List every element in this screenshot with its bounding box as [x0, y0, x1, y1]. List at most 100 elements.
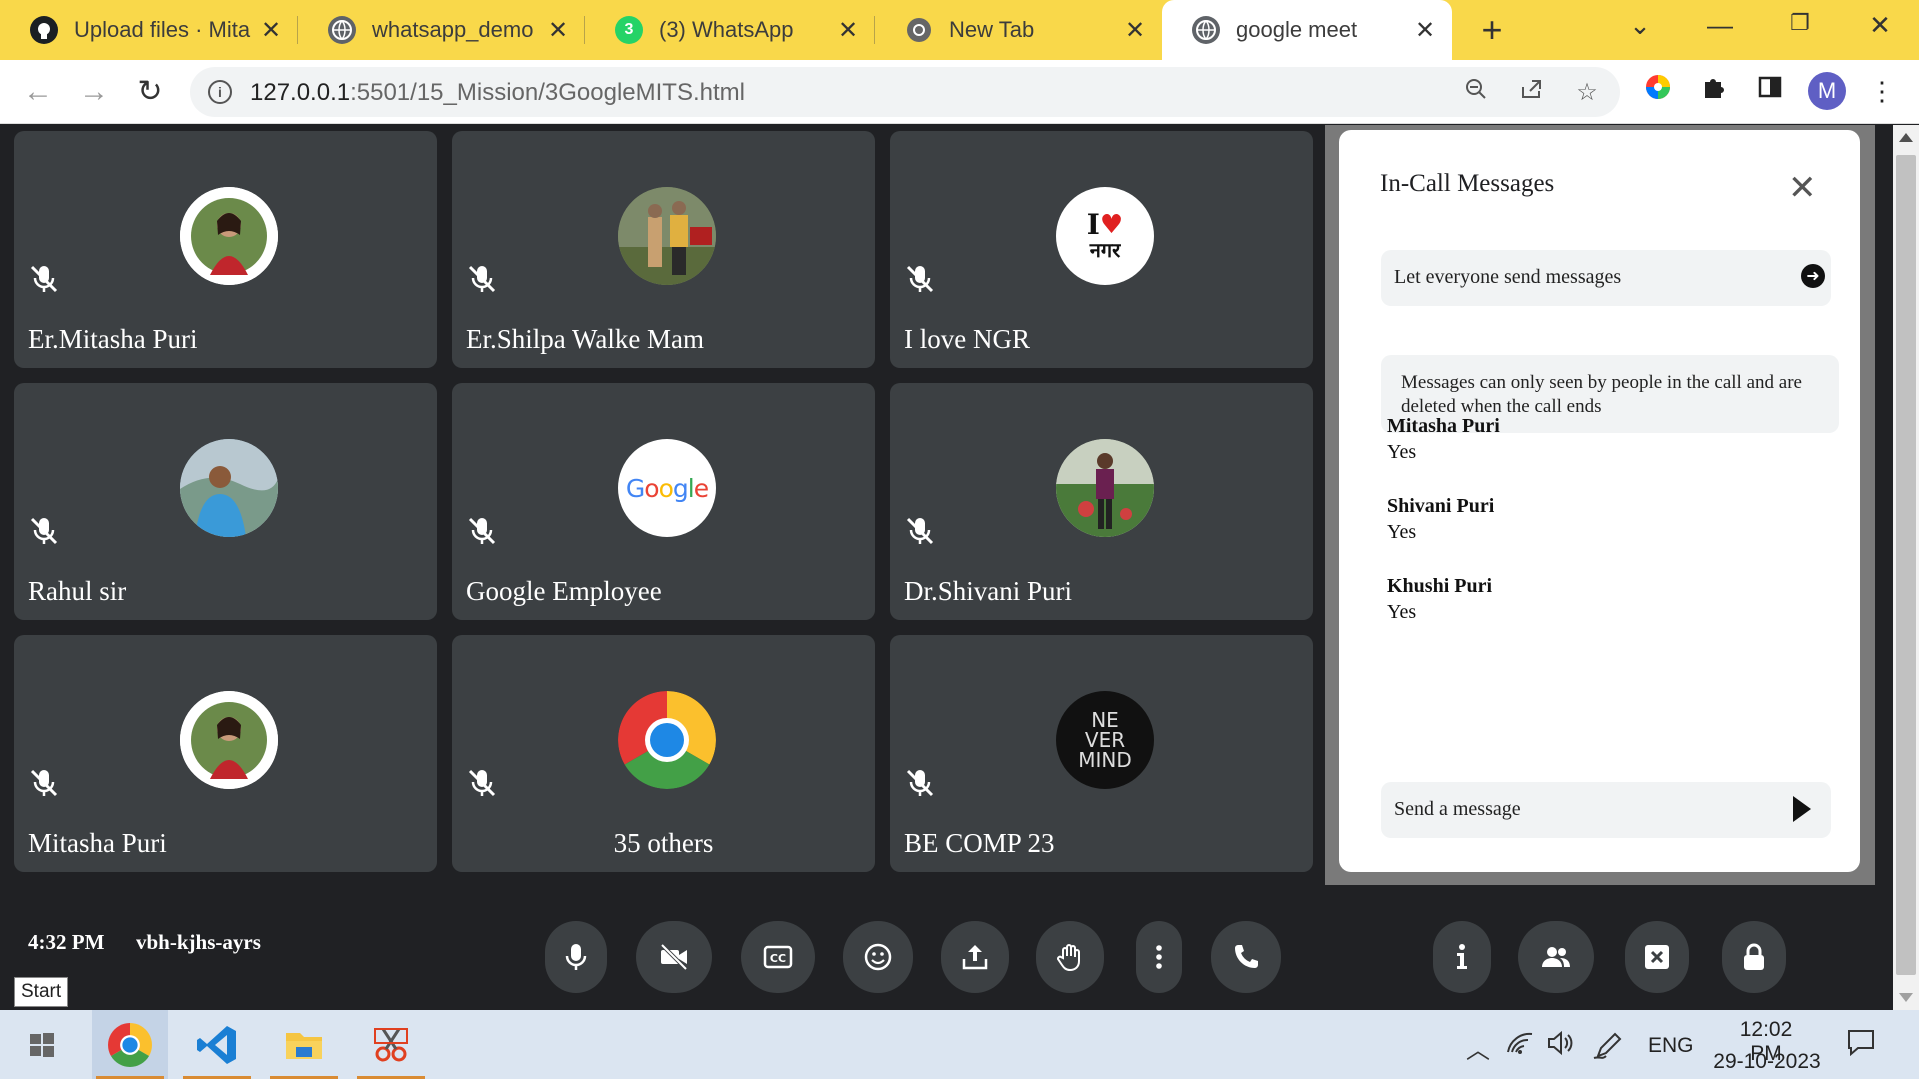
meeting-details-button[interactable]: [1433, 921, 1491, 993]
color-wheel-extension-icon[interactable]: [1640, 73, 1676, 109]
window-close-icon[interactable]: ✕: [1860, 10, 1900, 41]
more-menu-icon[interactable]: ⋮: [1864, 73, 1900, 109]
close-icon[interactable]: ✕: [1788, 168, 1817, 208]
message-sender: Shivani Puri: [1387, 495, 1495, 517]
close-icon[interactable]: ✕: [1410, 16, 1440, 45]
tab-whatsapp-demo[interactable]: whatsapp_demo ✕: [298, 0, 585, 60]
profile-avatar[interactable]: M: [1808, 72, 1846, 110]
close-icon[interactable]: ✕: [833, 16, 863, 45]
site-info-icon[interactable]: i: [208, 80, 232, 104]
globe-icon: [328, 16, 356, 44]
url-host: 127.0.0.1: [250, 79, 351, 106]
mic-off-icon: [906, 769, 934, 797]
address-bar[interactable]: i 127.0.0.1:5501/15_Mission/3GoogleMITS.…: [190, 67, 1620, 117]
nagar-text: नगर: [1089, 238, 1121, 262]
taskbar-file-explorer[interactable]: [266, 1010, 342, 1079]
side-panel-icon[interactable]: [1752, 73, 1788, 109]
notification-icon[interactable]: [1846, 1028, 1876, 1063]
closed-captions-icon: CC: [763, 945, 793, 969]
avatar: I ♥ नगर: [1056, 187, 1154, 285]
participant-tile[interactable]: Er.Shilpa Walke Mam: [452, 131, 875, 368]
reactions-button[interactable]: [843, 921, 913, 993]
vscode-icon: [197, 1025, 236, 1064]
people-button[interactable]: [1518, 921, 1594, 993]
taskbar-snipping-tool[interactable]: [353, 1010, 429, 1079]
back-arrow-icon[interactable]: ←: [18, 72, 58, 112]
let-everyone-send-toggle[interactable]: Let everyone send messages ➜: [1381, 250, 1831, 306]
github-icon: [30, 16, 58, 44]
participant-tile[interactable]: Mitasha Puri: [14, 635, 437, 872]
participant-tile[interactable]: Dr.Shivani Puri: [890, 383, 1313, 620]
meeting-code: vbh-kjhs-ayrs: [136, 930, 261, 954]
mic-button[interactable]: [545, 921, 607, 993]
mic-icon: [565, 944, 587, 970]
scroll-down-arrow-icon[interactable]: [1899, 993, 1913, 1002]
meet-page: Er.Mitasha Puri Er.Shilpa Walke Mam I ♥ न…: [0, 125, 1893, 1010]
close-icon[interactable]: ✕: [256, 16, 286, 45]
forward-arrow-icon[interactable]: →: [74, 72, 114, 112]
chat-message: Shivani Puri Yes: [1387, 493, 1494, 545]
tab-upload-files[interactable]: Upload files · Mita ✕: [0, 0, 298, 60]
participant-tile[interactable]: 35 others: [452, 635, 875, 872]
new-tab-button[interactable]: +: [1470, 8, 1514, 52]
message-sender: Mitasha Puri: [1387, 415, 1500, 437]
participant-name: Dr.Shivani Puri: [904, 576, 1073, 606]
share-icon[interactable]: [1516, 77, 1548, 109]
pen-icon[interactable]: [1592, 1030, 1626, 1067]
chat-close-button[interactable]: [1625, 921, 1689, 993]
scrollbar-thumb[interactable]: [1896, 155, 1916, 975]
extensions-puzzle-icon[interactable]: [1696, 73, 1732, 109]
reload-icon[interactable]: ↻: [130, 72, 170, 112]
windows-taskbar: ︿ ENG 12:02 PM 29-10-2023: [0, 1010, 1919, 1079]
language-indicator[interactable]: ENG: [1648, 1034, 1694, 1058]
chevron-up-icon[interactable]: ︿: [1466, 1030, 1490, 1065]
browser-toolbar: ← → ↻ i 127.0.0.1:5501/15_Mission/3Googl…: [0, 60, 1919, 124]
avatar: Google: [618, 439, 716, 537]
network-icon[interactable]: [1506, 1030, 1534, 1063]
participant-tile[interactable]: Rahul sir: [14, 383, 437, 620]
tab-strip: Upload files · Mita ✕ whatsapp_demo ✕ 3 …: [0, 0, 1919, 60]
leave-call-button[interactable]: [1211, 921, 1281, 993]
zoom-icon[interactable]: [1460, 77, 1492, 109]
url-text[interactable]: 127.0.0.1:5501/15_Mission/3GoogleMITS.ht…: [250, 79, 745, 107]
participant-tile[interactable]: I ♥ नगर I love NGR: [890, 131, 1313, 368]
present-screen-button[interactable]: [941, 921, 1009, 993]
raise-hand-button[interactable]: [1036, 921, 1104, 993]
logo-line: MIND: [1078, 748, 1132, 772]
mic-off-icon: [30, 769, 58, 797]
avatar: [180, 691, 278, 789]
send-icon[interactable]: [1793, 796, 1811, 822]
tab-whatsapp[interactable]: 3 (3) WhatsApp ✕: [585, 0, 875, 60]
tab-new-tab[interactable]: New Tab ✕: [875, 0, 1162, 60]
upload-icon: [962, 945, 988, 970]
system-clock-date[interactable]: 29-10-2023: [1712, 1050, 1822, 1074]
start-button[interactable]: [4, 1010, 80, 1079]
close-icon[interactable]: ✕: [1120, 16, 1150, 45]
tab-google-meet[interactable]: google meet ✕: [1162, 0, 1452, 60]
participant-name: I love NGR: [904, 324, 1030, 354]
close-icon[interactable]: ✕: [543, 16, 573, 45]
restore-icon[interactable]: ❐: [1780, 10, 1820, 36]
arrow-right-circle-icon[interactable]: ➜: [1801, 264, 1825, 288]
volume-icon[interactable]: [1546, 1030, 1576, 1063]
participant-tile[interactable]: Google Google Employee: [452, 383, 875, 620]
minimize-icon[interactable]: —: [1700, 10, 1740, 41]
taskbar-vscode[interactable]: [179, 1010, 255, 1079]
participant-tile[interactable]: Er.Mitasha Puri: [14, 131, 437, 368]
tab-search-chevron-icon[interactable]: ⌄: [1620, 10, 1660, 41]
more-options-button[interactable]: [1136, 921, 1182, 993]
captions-button[interactable]: CC: [741, 921, 815, 993]
avatar: [1056, 439, 1154, 537]
taskbar-chrome[interactable]: [92, 1010, 168, 1079]
send-message-input[interactable]: Send a message: [1381, 782, 1831, 838]
bookmark-star-icon[interactable]: ☆: [1571, 77, 1603, 109]
message-sender: Khushi Puri: [1387, 575, 1493, 597]
avatar: [180, 187, 278, 285]
participant-tile[interactable]: NE VER MIND BE COMP 23: [890, 635, 1313, 872]
scroll-up-arrow-icon[interactable]: [1899, 133, 1913, 142]
more-vert-icon: [1156, 945, 1162, 969]
page-scrollbar[interactable]: [1893, 125, 1919, 1010]
host-controls-button[interactable]: [1722, 921, 1786, 993]
logo-line: NE: [1091, 708, 1119, 732]
camera-button[interactable]: [636, 921, 712, 993]
